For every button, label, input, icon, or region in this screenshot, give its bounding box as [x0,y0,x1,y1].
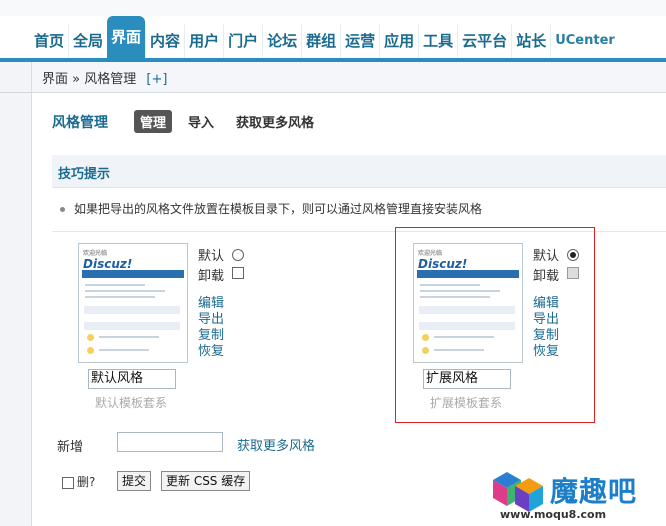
nav-item-7[interactable]: 群组 [301,24,340,58]
thumb-navbar [417,270,519,278]
cube-logo-icon [493,472,543,512]
style-name-input[interactable]: 默认风格 [88,369,176,389]
tips-heading: 技巧提示 [58,167,111,182]
tips-header: 技巧提示 [52,155,666,188]
delete-toggle[interactable]: 删? [62,473,95,490]
add-label: 新增 [57,440,84,455]
submit-button[interactable]: 提交 [117,471,152,491]
default-radio[interactable] [567,249,579,261]
watermark-text: 魔趣吧 [550,475,638,508]
sidebar-divider [0,92,31,93]
tab-manage[interactable]: 管理 [134,110,173,133]
breadcrumb: 界面 » 风格管理 [+] [42,68,167,87]
page-header: 风格管理 管理 导入 获取更多风格 [52,110,330,133]
watermark-url: www.moqu8.com [500,508,607,521]
nav-item-8[interactable]: 运营 [340,24,379,58]
uninstall-checkbox [567,267,579,279]
tab-get-more-styles[interactable]: 获取更多风格 [230,110,320,133]
style-preview-thumbnail[interactable]: 欢迎光临 Discuz! [78,243,188,363]
delete-checkbox[interactable] [62,476,74,489]
uninstall-checkbox[interactable] [232,267,244,279]
watermark-logo: 魔趣吧 www.moqu8.com [490,464,666,526]
nav-item-13[interactable]: UCenter [550,24,619,58]
top-header: 首页 全局 界面 内容 用户 门户 论坛 群组 运营 应用 工具 云平台 站长 UCenter [0,0,666,62]
template-set-name: 扩展模板套系 [430,396,503,410]
get-more-styles-link[interactable]: 获取更多风格 [237,435,315,454]
default-label: 默认 [533,249,560,264]
thumb-logo: 欢迎光临 Discuz! [83,250,133,271]
left-sidebar [0,62,32,526]
nav-item-3[interactable]: 内容 [145,24,184,58]
nav-item-1[interactable]: 全局 [68,24,107,58]
add-style-input[interactable] [117,432,223,452]
nav-item-5[interactable]: 门户 [223,24,262,58]
nav-item-6[interactable]: 论坛 [262,24,301,58]
thumb-logo: 欢迎光临 Discuz! [418,250,468,271]
tip-text: 如果把导出的风格文件放置在模板目录下，则可以通过风格管理直接安装风格 [74,202,483,216]
nav-item-0[interactable]: 首页 [30,24,68,58]
breadcrumb-separator: » [72,72,81,87]
nav-item-9[interactable]: 应用 [379,24,418,58]
style-preview-thumbnail[interactable]: 欢迎光临 Discuz! [413,243,523,363]
breadcrumb-current: 风格管理 [84,72,137,87]
restore-link[interactable]: 恢复 [198,340,224,359]
nav-item-12[interactable]: 站长 [511,24,550,58]
style-name-input[interactable]: 扩展风格 [423,369,511,389]
tip-item: 如果把导出的风格文件放置在模板目录下，则可以通过风格管理直接安装风格 [60,200,482,217]
page-title: 风格管理 [52,114,108,131]
restore-link[interactable]: 恢复 [533,340,559,359]
add-shortcut-link[interactable]: [+] [146,72,167,87]
update-css-cache-button[interactable]: 更新 CSS 缓存 [161,471,251,491]
bullet-icon [60,207,65,212]
tab-import[interactable]: 导入 [182,110,220,133]
uninstall-label: 卸载 [198,269,225,284]
uninstall-label: 卸载 [533,269,560,284]
template-set-name: 默认模板套系 [95,396,168,410]
breadcrumb-root[interactable]: 界面 [42,72,68,87]
breadcrumb-bar: 界面 » 风格管理 [+] [32,62,666,93]
thumb-navbar [82,270,184,278]
header-band [0,0,666,16]
nav-item-2[interactable]: 界面 [107,16,146,58]
main-nav: 首页 全局 界面 内容 用户 门户 论坛 群组 运营 应用 工具 云平台 站长 UCenter [30,16,619,58]
nav-item-4[interactable]: 用户 [184,24,223,58]
delete-label: 删? [77,475,96,489]
nav-item-11[interactable]: 云平台 [457,24,511,58]
nav-item-10[interactable]: 工具 [418,24,457,58]
default-radio[interactable] [232,249,244,261]
default-label: 默认 [198,249,225,264]
